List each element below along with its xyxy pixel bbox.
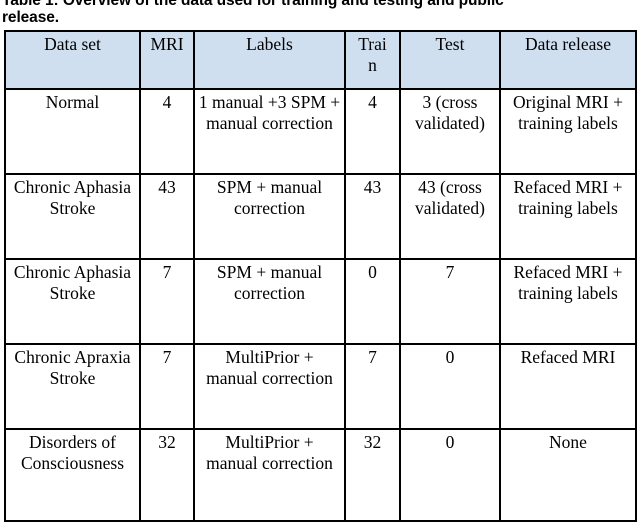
cell-test: 7 — [399, 258, 501, 345]
column-header-mri: MRI — [139, 30, 195, 90]
cell-labels: MultiPrior + manual correction — [193, 343, 346, 430]
column-header-test: Test — [399, 30, 501, 90]
table-row: Disorders of Consciousness 32 MultiPrior… — [4, 428, 637, 522]
column-header-labels: Labels — [193, 30, 346, 90]
cell-train: 4 — [344, 88, 401, 175]
cell-dataset: Chronic Aphasia Stroke — [4, 258, 141, 345]
cell-labels: SPM + manual correction — [193, 258, 346, 345]
cell-train: 43 — [344, 173, 401, 260]
cell-mri: 4 — [139, 88, 195, 175]
table-caption: Table 1: Overview of the data used for t… — [0, 0, 640, 29]
cell-labels: 1 manual +3 SPM + manual correction — [193, 88, 346, 175]
table-row: Chronic Aphasia Stroke 7 SPM + manual co… — [4, 258, 637, 345]
cell-train: 0 — [344, 258, 401, 345]
table-body: Normal 4 1 manual +3 SPM + manual correc… — [4, 88, 637, 522]
column-header-train-part2: n — [368, 54, 377, 75]
table-row: Chronic Apraxia Stroke 7 MultiPrior + ma… — [4, 343, 637, 430]
cell-test: 43 (cross validated) — [399, 173, 501, 260]
cell-labels: MultiPrior + manual correction — [193, 428, 346, 522]
cell-release: Refaced MRI — [499, 343, 637, 430]
caption-line-1-text: Table 1: Overview of the data used for t… — [2, 0, 504, 9]
cell-train: 32 — [344, 428, 401, 522]
cell-mri: 32 — [139, 428, 195, 522]
column-header-train: Trai n — [344, 30, 401, 90]
caption-line-1: Table 1: Overview of the data used for t… — [2, 0, 634, 9]
cell-release: None — [499, 428, 637, 522]
caption-line-2: release. — [2, 9, 59, 26]
cell-test: 3 (cross validated) — [399, 88, 501, 175]
document-page: Table 1: Overview of the data used for t… — [0, 0, 640, 522]
data-overview-table: Data set MRI Labels Trai n Test Data rel… — [4, 30, 637, 522]
cell-release: Refaced MRI + training labels — [499, 173, 637, 260]
cell-train: 7 — [344, 343, 401, 430]
cell-dataset: Normal — [4, 88, 141, 175]
column-header-release: Data release — [499, 30, 637, 90]
cell-dataset: Chronic Apraxia Stroke — [4, 343, 141, 430]
column-header-train-part1: Trai — [358, 34, 387, 54]
table-header-row: Data set MRI Labels Trai n Test Data rel… — [4, 30, 637, 90]
cell-mri: 7 — [139, 343, 195, 430]
cell-mri: 7 — [139, 258, 195, 345]
table-row: Normal 4 1 manual +3 SPM + manual correc… — [4, 88, 637, 175]
cell-dataset: Disorders of Consciousness — [4, 428, 141, 522]
table-header: Data set MRI Labels Trai n Test Data rel… — [4, 30, 637, 90]
cell-release: Refaced MRI + training labels — [499, 258, 637, 345]
cell-test: 0 — [399, 343, 501, 430]
column-header-dataset: Data set — [4, 30, 141, 90]
cell-release: Original MRI + training labels — [499, 88, 637, 175]
table-row: Chronic Aphasia Stroke 43 SPM + manual c… — [4, 173, 637, 260]
cell-test: 0 — [399, 428, 501, 522]
cell-labels: SPM + manual correction — [193, 173, 346, 260]
cell-dataset: Chronic Aphasia Stroke — [4, 173, 141, 260]
cell-mri: 43 — [139, 173, 195, 260]
